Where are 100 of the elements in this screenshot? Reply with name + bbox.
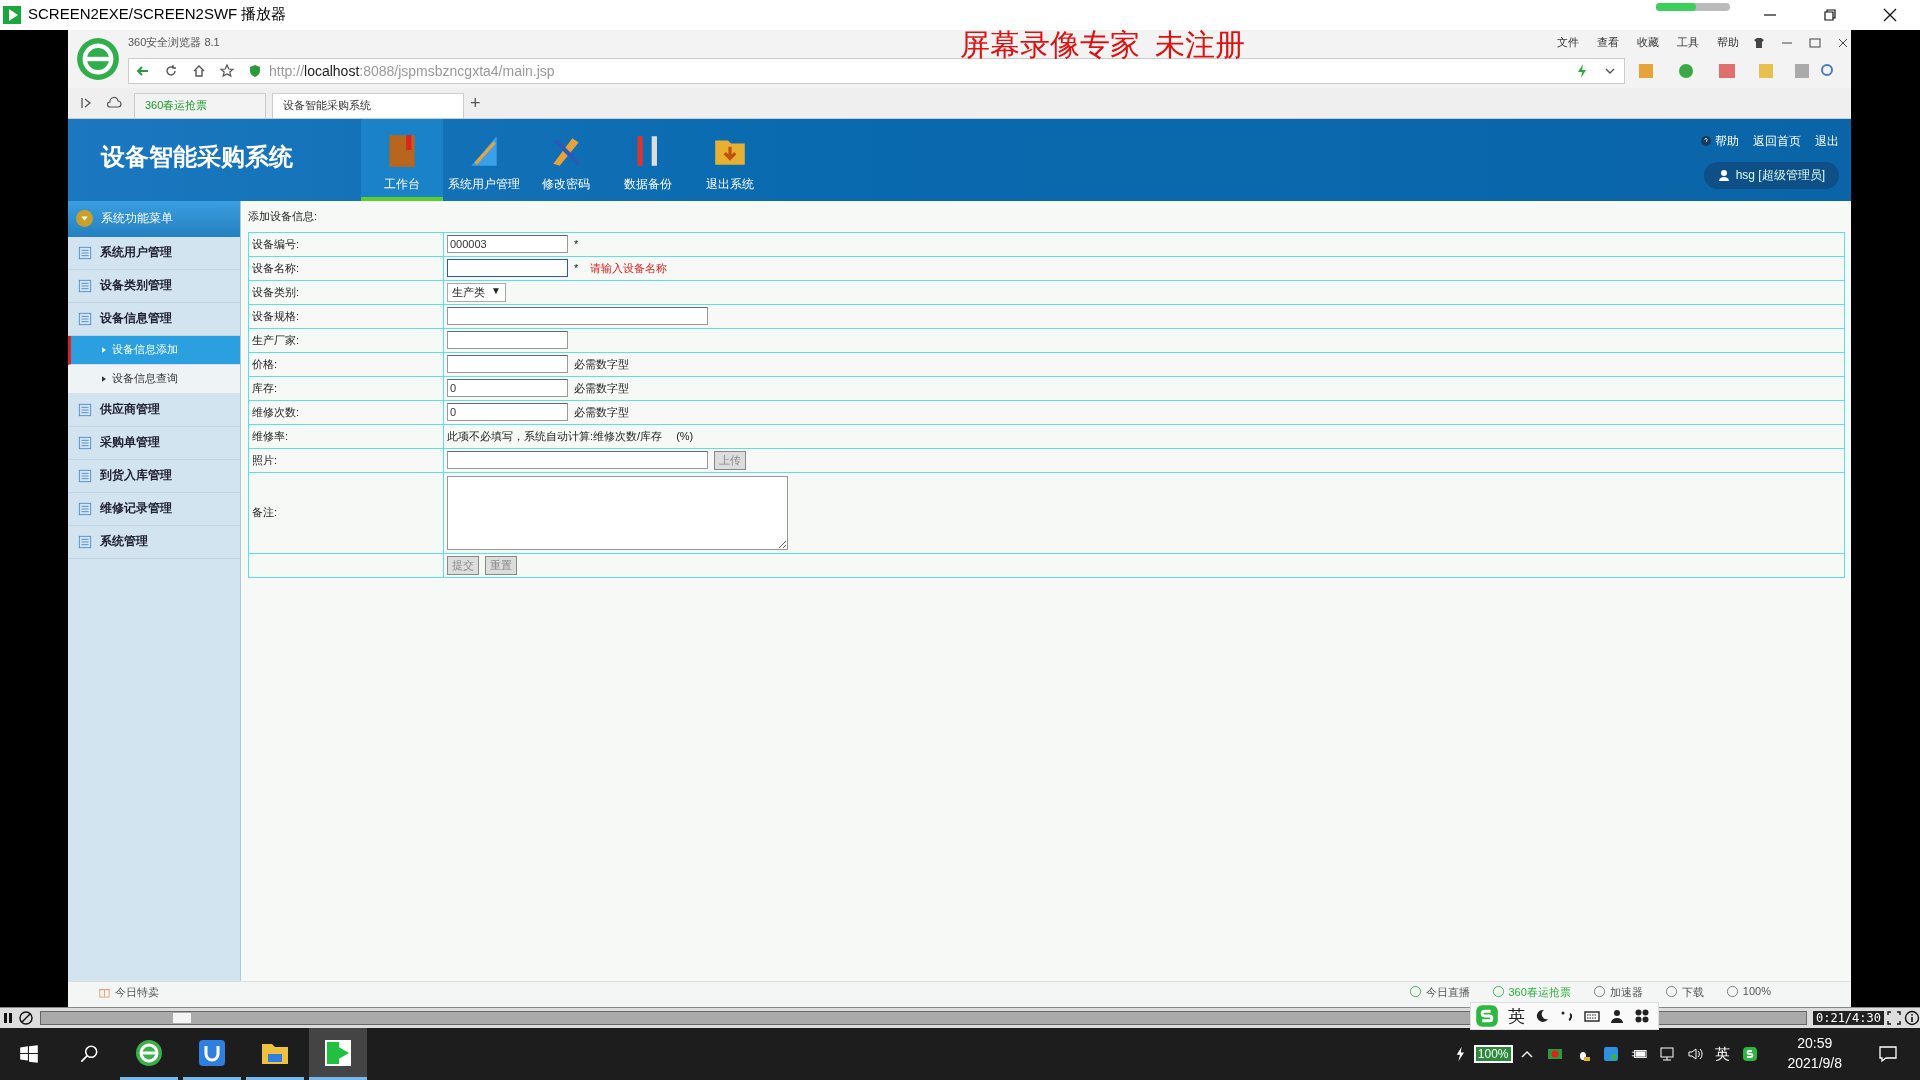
url-text[interactable]: http://localhost:8088/jspmsbzncgxta4/main.jsp bbox=[269, 62, 555, 79]
list-icon bbox=[78, 278, 92, 293]
status-icon bbox=[1664, 985, 1678, 998]
status-icon bbox=[1592, 985, 1606, 998]
field-label: 设备名称: bbox=[252, 261, 300, 274]
user-icon bbox=[1717, 169, 1730, 182]
status-link[interactable]: 今日特卖 bbox=[115, 985, 159, 1000]
input-field[interactable] bbox=[447, 331, 568, 350]
menu-item[interactable]: 文件 bbox=[1557, 35, 1579, 51]
unit-text: (%) bbox=[676, 430, 694, 443]
field-label: 设备类别: bbox=[252, 285, 300, 298]
nav-item[interactable]: 系统用户管理 bbox=[443, 118, 525, 201]
battery-indicator[interactable]: 100% bbox=[1473, 1045, 1513, 1063]
sidebar-item[interactable]: 系统管理 bbox=[68, 525, 240, 559]
menu-item[interactable]: 工具 bbox=[1677, 35, 1699, 51]
menu-item[interactable]: 收藏 bbox=[1637, 35, 1659, 51]
new-tab-button[interactable]: + bbox=[470, 92, 481, 114]
stop-icon[interactable] bbox=[18, 1010, 34, 1026]
caret-icon bbox=[76, 210, 93, 228]
caret-icon bbox=[102, 375, 106, 382]
player-app-icon bbox=[323, 1037, 353, 1068]
list-icon bbox=[78, 435, 92, 450]
input-field[interactable]: 0 bbox=[447, 379, 568, 398]
header-link[interactable]: 帮助 bbox=[1715, 132, 1739, 150]
list-icon bbox=[78, 501, 92, 516]
sidebar-item[interactable]: 采购单管理 bbox=[68, 426, 240, 460]
help-icon bbox=[1701, 136, 1711, 147]
list-icon bbox=[78, 468, 92, 483]
status-link[interactable]: 下载 bbox=[1681, 985, 1704, 1000]
sidebar-item[interactable]: 设备信息管理 bbox=[68, 302, 240, 336]
moon-icon[interactable] bbox=[1534, 1008, 1550, 1024]
keyboard-icon[interactable] bbox=[1584, 1008, 1600, 1024]
status-link[interactable]: 加速器 bbox=[1609, 985, 1643, 1000]
header-link[interactable]: 退出 bbox=[1815, 132, 1839, 150]
volume-icon[interactable] bbox=[1686, 1046, 1703, 1062]
shield-icon bbox=[247, 62, 263, 79]
nav-item[interactable]: 工作台 bbox=[361, 118, 443, 201]
network-icon[interactable] bbox=[1658, 1046, 1675, 1062]
input-field[interactable] bbox=[447, 451, 708, 470]
status-icon bbox=[1408, 985, 1422, 998]
list-icon bbox=[78, 245, 92, 260]
sidebar-item[interactable]: 设备类别管理 bbox=[68, 269, 240, 303]
sidebar-item[interactable]: 供应商管理 bbox=[68, 393, 240, 427]
input-field[interactable]: 000003 bbox=[447, 235, 568, 254]
header-link[interactable]: 返回首页 bbox=[1753, 132, 1801, 150]
browser-tab[interactable]: 设备智能采购系统 bbox=[272, 92, 464, 118]
sidebar-item[interactable]: 到货入库管理 bbox=[68, 459, 240, 493]
start-icon[interactable] bbox=[18, 1043, 40, 1065]
grid-icon[interactable] bbox=[1634, 1008, 1650, 1024]
field-note: 必需数字型 bbox=[574, 404, 629, 420]
nav-item[interactable]: 退出系统 bbox=[689, 118, 771, 201]
nav-item[interactable]: 修改密码 bbox=[525, 118, 607, 201]
list-icon bbox=[78, 311, 92, 326]
sidebar-subitem[interactable]: 设备信息查询 bbox=[68, 364, 240, 394]
menu-item[interactable]: 帮助 bbox=[1717, 35, 1739, 51]
input-field[interactable] bbox=[447, 355, 568, 374]
browser-icon bbox=[134, 1037, 164, 1068]
info-icon[interactable] bbox=[1904, 1010, 1920, 1026]
sidebar-header: 系统功能菜单 bbox=[68, 200, 240, 237]
cloud-icon[interactable] bbox=[106, 94, 122, 111]
fullscreen-icon[interactable] bbox=[1886, 1010, 1902, 1026]
sogou-logo-icon[interactable] bbox=[1475, 1004, 1499, 1028]
remarks-field[interactable] bbox=[447, 475, 788, 550]
record-icon[interactable] bbox=[1546, 1046, 1563, 1062]
status-link[interactable]: 今日直播 bbox=[1425, 985, 1470, 1000]
time-display: 0:21/4:30 bbox=[1812, 1011, 1884, 1025]
sogou-icon[interactable] bbox=[1741, 1046, 1758, 1062]
field-label: 库存: bbox=[252, 381, 278, 394]
status-icon bbox=[1725, 985, 1739, 998]
reload-icon[interactable] bbox=[163, 62, 179, 79]
taskbar-app[interactable] bbox=[309, 1028, 367, 1080]
browser-name: 360安全浏览器 8.1 bbox=[128, 35, 221, 51]
field-label: 价格: bbox=[252, 357, 278, 370]
sidebar-item[interactable]: 系统用户管理 bbox=[68, 236, 240, 270]
user-badge[interactable]: hsg [超级管理员] bbox=[1703, 161, 1839, 189]
ime-mode[interactable]: 英 bbox=[1508, 1004, 1525, 1028]
sidebar-item[interactable]: 维修记录管理 bbox=[68, 492, 240, 526]
input-field[interactable] bbox=[447, 259, 568, 278]
caret-icon bbox=[102, 346, 106, 353]
select-field[interactable]: 生产类 ▼ bbox=[447, 282, 506, 302]
field-label: 生产厂家: bbox=[252, 333, 300, 346]
status-link[interactable]: 100% bbox=[1742, 985, 1771, 997]
field-label: 设备规格: bbox=[252, 309, 300, 322]
loading-indicator-icon bbox=[1656, 2, 1730, 12]
browser-tab[interactable]: 360春运抢票 bbox=[134, 92, 266, 118]
menu-item[interactable]: 查看 bbox=[1597, 35, 1619, 51]
input-field[interactable]: 0 bbox=[447, 403, 568, 422]
nav-item[interactable]: 数据备份 bbox=[607, 118, 689, 201]
star-icon[interactable] bbox=[219, 62, 235, 79]
help-text: 此项不必填写，系统自动计算:维修次数/库存 bbox=[447, 428, 663, 444]
seek-handle[interactable] bbox=[173, 1013, 192, 1023]
app-title: 设备智能采购系统 bbox=[101, 141, 294, 172]
user-icon[interactable] bbox=[1609, 1008, 1625, 1024]
field-note: * bbox=[574, 238, 579, 251]
input-field[interactable] bbox=[447, 307, 708, 326]
ime-indicator[interactable]: 英 bbox=[1714, 1044, 1730, 1064]
search-icon[interactable] bbox=[78, 1043, 100, 1065]
field-label: 照片: bbox=[252, 453, 278, 466]
notification-icon[interactable] bbox=[1878, 1044, 1898, 1064]
clock[interactable]: 20:59 2021/9/8 bbox=[1787, 1034, 1842, 1074]
